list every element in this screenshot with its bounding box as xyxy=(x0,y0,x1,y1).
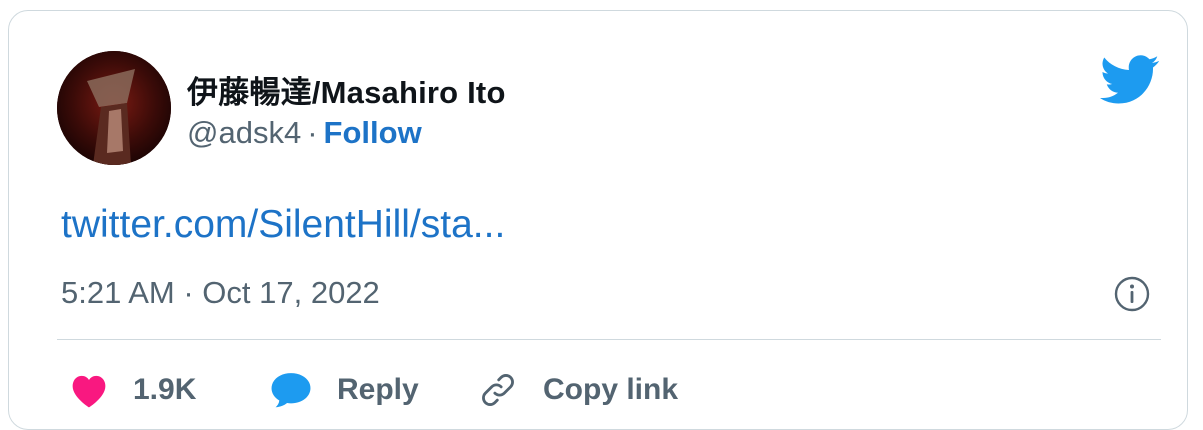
author-handle-row: @adsk4 · Follow xyxy=(187,115,422,151)
follow-button[interactable]: Follow xyxy=(324,115,422,150)
avatar-image xyxy=(57,51,171,165)
like-button[interactable]: 1.9K xyxy=(69,367,196,413)
speech-bubble-icon xyxy=(271,373,311,408)
info-icon[interactable] xyxy=(1113,275,1151,313)
tweet-embed-card: 伊藤暢達/Masahiro Ito @adsk4 · Follow twitter.… xyxy=(8,10,1188,430)
heart-icon xyxy=(72,375,106,408)
tweet-link[interactable]: twitter.com/SilentHill/sta... xyxy=(61,203,505,247)
reply-label: Reply xyxy=(337,373,419,406)
divider xyxy=(57,339,1161,340)
reply-button[interactable]: Reply xyxy=(269,367,419,413)
twitter-bird-icon[interactable] xyxy=(1099,55,1161,105)
author-handle[interactable]: @adsk4 xyxy=(187,115,301,150)
copy-link-label: Copy link xyxy=(543,373,679,406)
chain-link-icon xyxy=(482,374,514,406)
copy-link-button[interactable]: Copy link xyxy=(477,367,678,413)
like-count: 1.9K xyxy=(133,373,197,406)
author-display-name[interactable]: 伊藤暢達/Masahiro Ito xyxy=(187,67,506,112)
tweet-timestamp[interactable]: 5:21 AM · Oct 17, 2022 xyxy=(61,275,380,311)
avatar[interactable] xyxy=(57,51,171,165)
separator-dot: · xyxy=(307,115,318,150)
